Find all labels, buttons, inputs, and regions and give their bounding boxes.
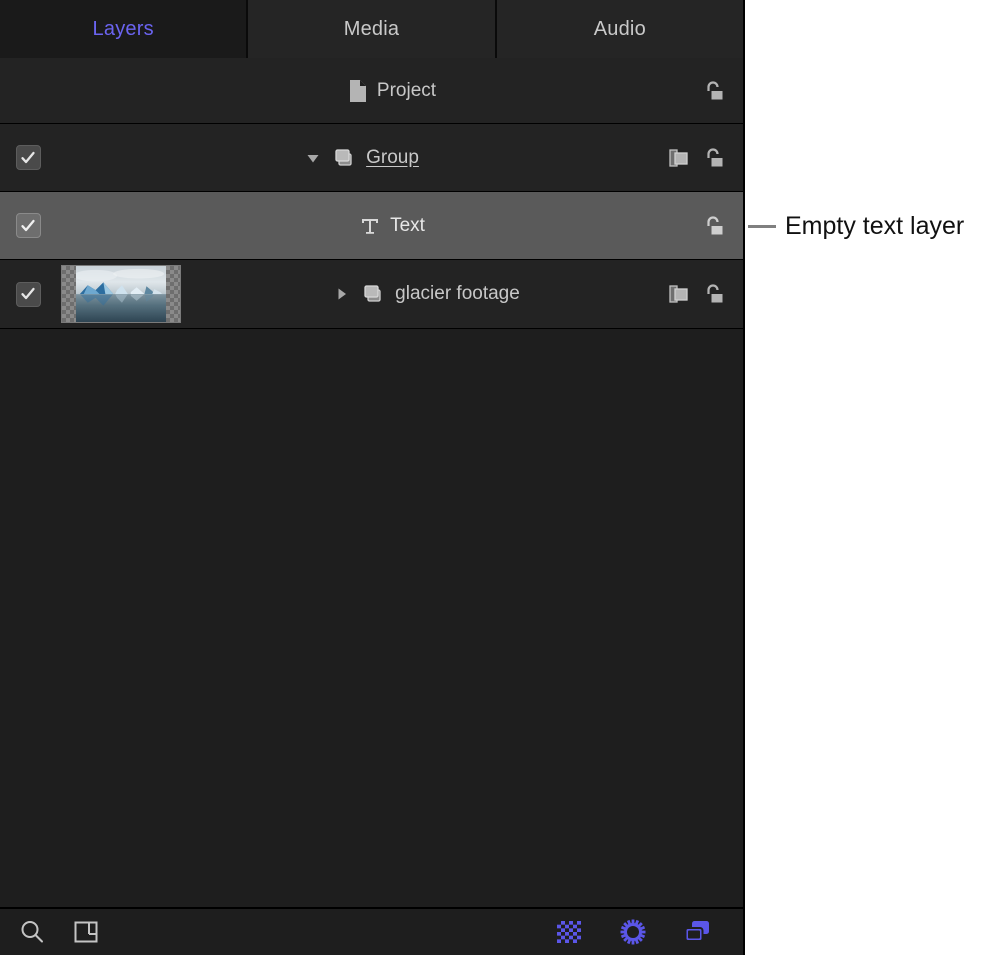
layers-stack-icon[interactable] <box>683 919 711 945</box>
layer-row-glacier-content: glacier footage <box>186 282 667 306</box>
unlock-icon[interactable] <box>701 281 727 307</box>
layer-row-glacier-icons <box>667 281 743 307</box>
disclosure-triangle-expanded-group[interactable] <box>304 149 322 167</box>
callout-label: Empty text layer <box>776 212 964 241</box>
unlock-icon[interactable] <box>701 145 727 171</box>
layer-row-project-content: Project <box>56 79 701 103</box>
toolbar-left-group <box>18 918 100 946</box>
layer-row-group-icons <box>667 145 743 171</box>
layer-row-glacier-footage[interactable]: glacier footage <box>0 260 743 329</box>
document-icon <box>348 79 368 103</box>
layer-row-text-icons <box>701 213 743 239</box>
disclosure-triangle-collapsed-glacier[interactable] <box>333 285 351 303</box>
gear-icon[interactable] <box>619 918 647 946</box>
layer-visibility-checkbox-group[interactable] <box>0 145 56 170</box>
layer-thumbnail-container <box>56 265 186 323</box>
layer-row-group[interactable]: Group <box>0 124 743 192</box>
tab-audio[interactable]: Audio <box>497 0 743 58</box>
tab-layers-label: Layers <box>93 18 154 41</box>
mask-icon[interactable] <box>667 146 691 170</box>
glacier-thumbnail <box>61 265 181 323</box>
unlock-icon[interactable] <box>701 213 727 239</box>
annotation-callout: Empty text layer <box>748 212 964 241</box>
layers-panel: Layers Media Audio <box>0 0 745 955</box>
panel-tab-bar: Layers Media Audio <box>0 0 743 58</box>
screenshot-root: Layers Media Audio <box>0 0 1003 955</box>
layer-row-text-content: Text <box>56 215 701 237</box>
layer-row-project[interactable]: Project <box>0 58 743 124</box>
layer-name-group: Group <box>366 147 419 169</box>
group-icon <box>362 282 386 306</box>
layer-row-group-content: Group <box>56 146 667 170</box>
layer-visibility-checkbox-glacier[interactable] <box>0 282 56 307</box>
unlock-icon[interactable] <box>701 78 727 104</box>
checkerboard-icon[interactable] <box>555 919 583 945</box>
layer-row-project-icons <box>701 78 743 104</box>
panel-layout-icon[interactable] <box>72 918 100 946</box>
group-icon <box>333 146 357 170</box>
text-t-icon <box>359 215 381 237</box>
layer-name-project: Project <box>377 80 436 102</box>
tab-layers[interactable]: Layers <box>0 0 248 58</box>
checkbox-group[interactable] <box>16 145 41 170</box>
checkbox-text[interactable] <box>16 213 41 238</box>
layer-visibility-checkbox-text[interactable] <box>0 213 56 238</box>
search-icon[interactable] <box>18 918 46 946</box>
callout-leader-line <box>748 225 776 228</box>
toolbar-right-group <box>555 918 725 946</box>
glacier-thumbnail-image <box>76 266 166 322</box>
tab-audio-label: Audio <box>594 18 646 41</box>
checkbox-glacier-footage[interactable] <box>16 282 41 307</box>
layer-list: Project <box>0 58 743 907</box>
panel-bottom-toolbar <box>0 907 743 955</box>
tab-media-label: Media <box>344 18 399 41</box>
layer-name-glacier-footage: glacier footage <box>395 283 520 305</box>
tab-media[interactable]: Media <box>248 0 496 58</box>
mask-icon[interactable] <box>667 282 691 306</box>
layer-name-text: Text <box>390 215 425 237</box>
layer-row-text[interactable]: Text <box>0 192 743 260</box>
